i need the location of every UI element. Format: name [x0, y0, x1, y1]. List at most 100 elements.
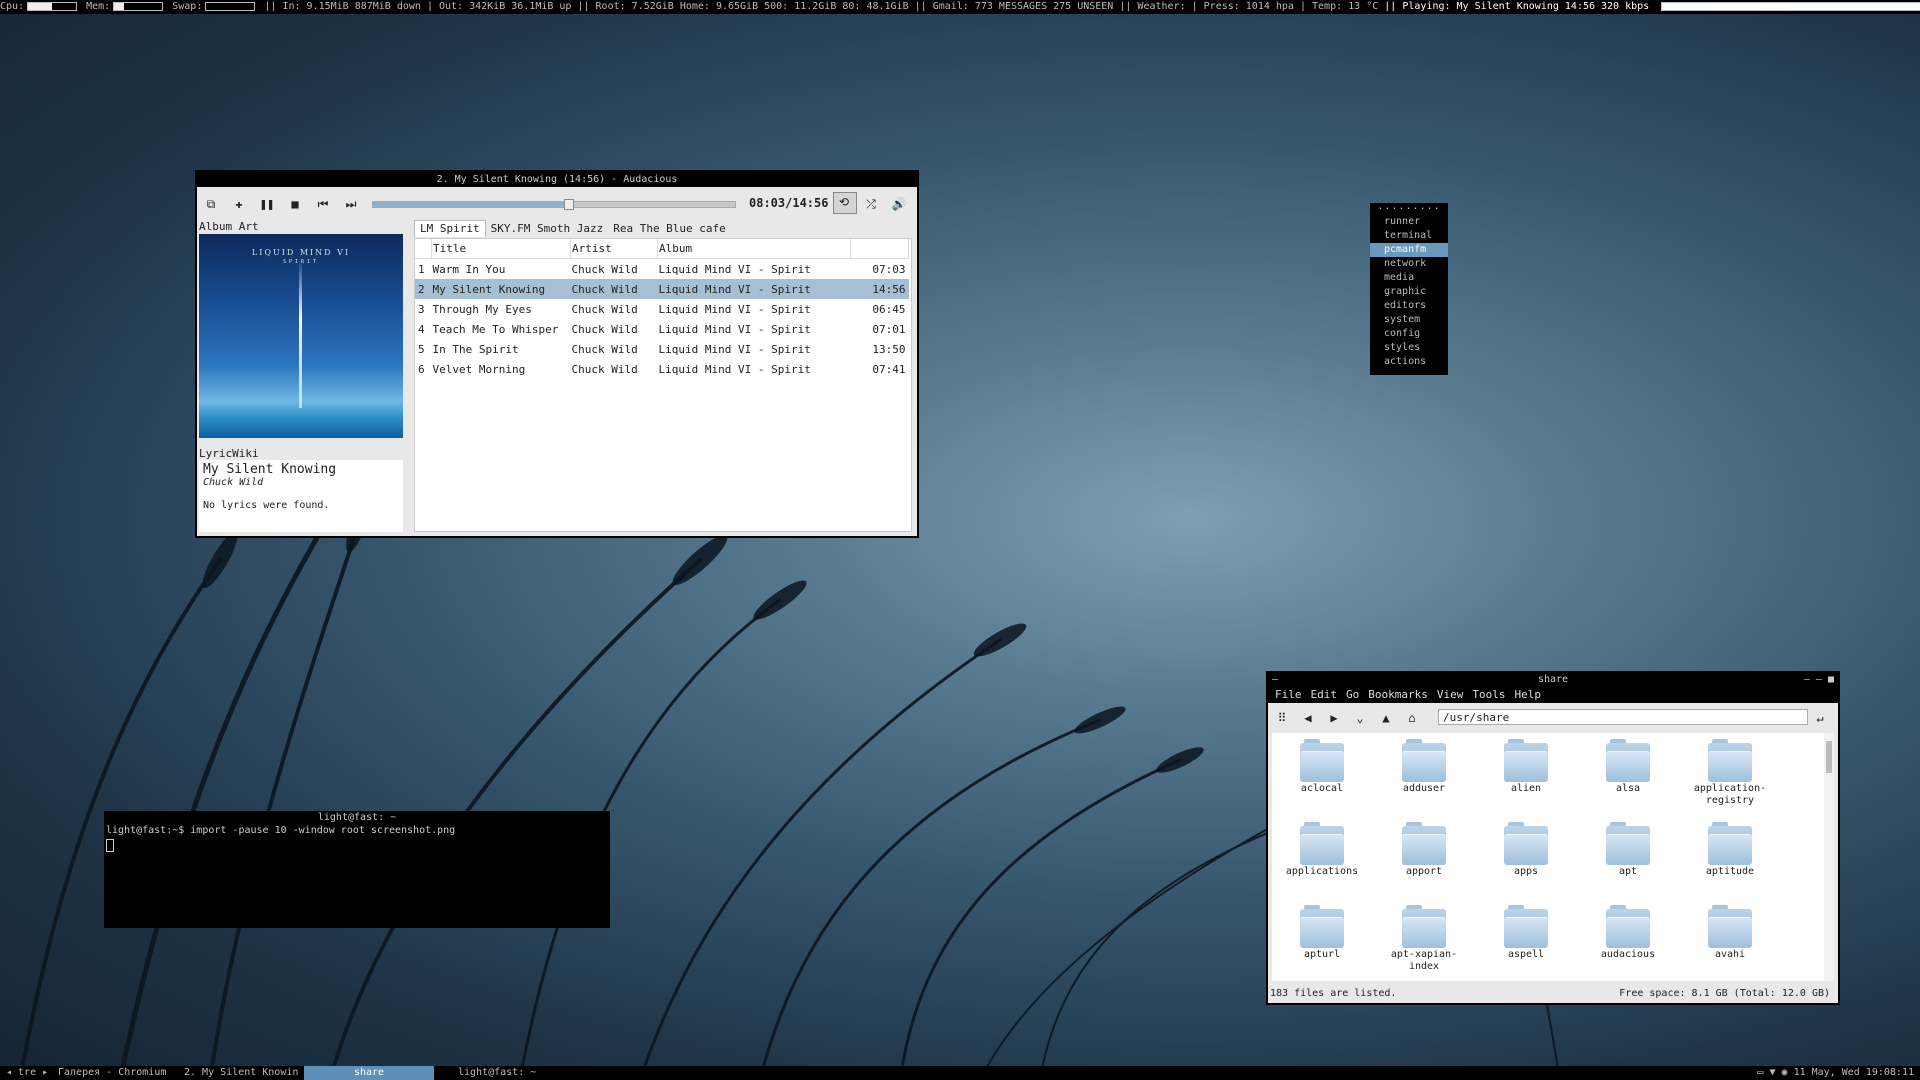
window-menu-icon[interactable]: – [1272, 673, 1278, 687]
menu-tools[interactable]: Tools [1472, 688, 1505, 701]
folder-icon-front [1606, 751, 1650, 782]
folder-item[interactable]: apturl [1272, 899, 1372, 961]
folder-item[interactable]: audacious [1578, 899, 1678, 961]
home-icon[interactable]: ⌂ [1404, 711, 1420, 725]
column-length[interactable] [850, 239, 909, 259]
file-manager-window: – share – – ■ File Edit Go Bookmarks View Too… [1266, 671, 1840, 1005]
folder-item[interactable]: aptitude [1680, 816, 1780, 878]
menu-help[interactable]: Help [1514, 688, 1541, 701]
folder-item[interactable]: apt [1578, 816, 1678, 878]
seek-knob[interactable] [564, 199, 575, 210]
window-title[interactable]: 2. My Silent Knowing (14:56) - Audacious [197, 172, 917, 187]
swap-meter [205, 1, 256, 11]
table-row[interactable]: 5 In The Spirit Chuck Wild Liquid Mind VI -… [415, 339, 909, 359]
tab-rea[interactable]: Rea The Blue cafe [608, 221, 731, 237]
network-icon[interactable]: ▼ [1769, 1067, 1775, 1078]
table-row[interactable]: 3 Through My Eyes Chuck Wild Liquid Mind VI… [415, 299, 909, 319]
seek-slider[interactable] [372, 199, 736, 210]
folder-item[interactable]: avahi [1680, 899, 1780, 961]
folder-icon-front [1504, 917, 1548, 948]
task-terminal[interactable]: light@fast: ~ [452, 1066, 564, 1080]
folder-item[interactable]: aclocal [1272, 733, 1372, 795]
table-row[interactable]: 2 My Silent Knowing Chuck Wild Liquid Mind … [415, 279, 909, 299]
terminal-title[interactable]: light@fast: ~ [104, 811, 610, 825]
folder-item[interactable]: application- registry [1680, 733, 1780, 807]
clock[interactable]: 11 May, Wed 19:08:11 [1794, 1067, 1914, 1078]
pause-icon[interactable]: ❚❚ [259, 197, 275, 211]
folder-item[interactable]: alsa [1578, 733, 1678, 795]
volume-icon[interactable]: 🔊 [891, 197, 907, 211]
folder-item[interactable]: applications [1272, 816, 1372, 878]
column-artist[interactable]: Artist [570, 239, 658, 259]
menu-view[interactable]: View [1437, 688, 1464, 701]
next-icon[interactable]: ⏭ [343, 197, 359, 211]
terminal-window[interactable]: light@fast: ~ light@fast:~$ import -paus… [104, 811, 610, 928]
taskbar: ◂ tre ▸ Галерея - Chromium 2. My Silent … [0, 1066, 1920, 1080]
keyboard-icon[interactable]: ▭ [1757, 1067, 1763, 1078]
terminal-cursor [106, 839, 114, 852]
folder-icon-front [1504, 834, 1548, 865]
menu-item-editors[interactable]: editors [1370, 299, 1448, 313]
shuffle-icon[interactable]: ⤮ [863, 197, 879, 211]
menu-go[interactable]: Go [1346, 688, 1359, 701]
battery-icon[interactable]: ◉ [1782, 1067, 1788, 1078]
track-artist: Chuck Wild [571, 302, 638, 316]
previous-icon[interactable]: ⏮ [315, 197, 331, 211]
go-icon[interactable]: ↵ [1812, 711, 1828, 725]
column-album[interactable]: Album [657, 239, 851, 259]
folder-item[interactable]: adduser [1374, 733, 1474, 795]
open-icon[interactable]: ⧉ [203, 197, 219, 211]
fm-scrollbar[interactable] [1824, 733, 1834, 981]
tab-skyfm[interactable]: SKY.FM Smoth Jazz [486, 221, 609, 237]
menu-item-pcmanfm[interactable]: pcmanfm [1370, 243, 1448, 257]
add-icon[interactable]: ✚ [231, 197, 247, 211]
desktop-switcher[interactable]: ◂ tre ▸ [0, 1066, 54, 1080]
grid-view-icon[interactable]: ⠿ [1274, 711, 1290, 725]
folder-item[interactable]: alien [1476, 733, 1576, 795]
back-icon[interactable]: ◀ [1300, 711, 1316, 725]
menu-bookmarks[interactable]: Bookmarks [1368, 688, 1428, 701]
track-length: 14:56 [850, 279, 909, 299]
menu-file[interactable]: File [1275, 688, 1302, 701]
menu-item-terminal[interactable]: terminal [1370, 229, 1448, 243]
menu-edit[interactable]: Edit [1311, 688, 1338, 701]
folder-item[interactable]: aspell [1476, 899, 1576, 961]
fm-titlebar[interactable]: – share – – ■ [1268, 673, 1838, 687]
column-number[interactable] [415, 239, 432, 259]
lyrics-label: LyricWiki [199, 447, 259, 460]
folder-item[interactable]: apt-xapian- index [1374, 899, 1474, 973]
forward-icon[interactable]: ▶ [1326, 711, 1342, 725]
folder-label: apt [1618, 866, 1638, 877]
free-space: Free space: 8.1 GB (Total: 12.0 GB) [1619, 988, 1830, 999]
column-title[interactable]: Title [431, 239, 571, 259]
tab-lm-spirit[interactable]: LM Spirit [414, 220, 486, 237]
table-row[interactable]: 1 Warm In You Chuck Wild Liquid Mind VI - S… [415, 259, 909, 280]
table-row[interactable]: 6 Velvet Morning Chuck Wild Liquid Mind VI … [415, 359, 909, 379]
path-input[interactable]: /usr/share [1438, 709, 1808, 725]
menu-item-config[interactable]: config [1370, 327, 1448, 341]
fm-scroll-thumb[interactable] [1826, 741, 1832, 773]
repeat-button[interactable]: ⟲ [833, 192, 857, 214]
lyrics-panel: My Silent Knowing Chuck Wild No lyrics w… [199, 460, 403, 532]
stop-icon[interactable]: ■ [287, 197, 303, 211]
folder-icon [1300, 905, 1344, 948]
menu-item-system[interactable]: system [1370, 313, 1448, 327]
task-audacious[interactable]: 2. My Silent Knowin [178, 1066, 304, 1080]
task-chromium[interactable]: Галерея - Chromium [52, 1066, 182, 1080]
menu-item-runner[interactable]: runner [1370, 215, 1448, 229]
folder-icon [1708, 822, 1752, 865]
folder-item[interactable]: apport [1374, 816, 1474, 878]
menu-item-media[interactable]: media [1370, 271, 1448, 285]
folder-item[interactable]: apps [1476, 816, 1576, 878]
task-share[interactable]: share [304, 1066, 434, 1080]
menu-item-graphic[interactable]: graphic [1370, 285, 1448, 299]
track-number: 6 [418, 362, 425, 376]
table-row[interactable]: 4 Teach Me To Whisper Chuck Wild Liquid Min… [415, 319, 909, 339]
menu-item-network[interactable]: network [1370, 257, 1448, 271]
folder-icon-front [1708, 751, 1752, 782]
history-dropdown-icon[interactable]: ⌄ [1352, 711, 1368, 725]
menu-item-actions[interactable]: actions [1370, 355, 1448, 369]
window-buttons[interactable]: – – ■ [1804, 673, 1834, 687]
up-icon[interactable]: ▲ [1378, 711, 1394, 725]
menu-item-styles[interactable]: styles [1370, 341, 1448, 355]
